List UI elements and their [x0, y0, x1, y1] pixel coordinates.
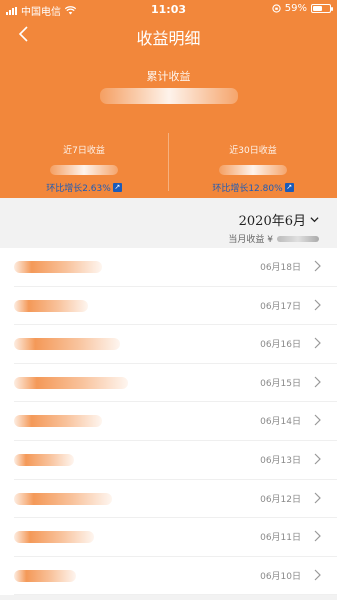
month-total-value [277, 235, 319, 242]
earnings-row[interactable]: 06月10日 [14, 557, 337, 596]
row-amount [14, 453, 74, 466]
earnings-row[interactable]: 06月12日 [14, 480, 337, 519]
growth-rate: 环比增长12.80% ↗ [169, 181, 337, 194]
earnings-row[interactable]: 06月14日 [14, 402, 337, 441]
row-amount [14, 261, 102, 273]
chevron-right-icon [314, 376, 321, 388]
battery-info: 59% [272, 3, 333, 14]
earnings-row[interactable]: 06月18日 [14, 248, 337, 287]
chevron-right-icon [314, 260, 321, 272]
row-date: 06月15日 [260, 378, 301, 389]
earnings-row[interactable]: 06月16日 [14, 325, 337, 364]
stat-value [169, 160, 337, 179]
page-title: 收益明细 [136, 29, 201, 48]
trend-up-icon: ↗ [284, 183, 294, 192]
chevron-right-icon [314, 492, 321, 503]
battery-percent: 59% [284, 3, 307, 14]
growth-rate: 环比增长2.63% ↗ [0, 181, 168, 194]
earnings-row[interactable]: 06月17日 [14, 287, 337, 326]
status-bar: 中国电信 11:03 59% [0, 0, 337, 18]
row-amount [14, 531, 94, 544]
nav-bar: 收益明细 [0, 18, 337, 54]
chevron-right-icon [314, 299, 321, 311]
row-amount [14, 376, 128, 389]
stat-7-day: 近7日收益 环比增长2.63% ↗ [0, 143, 168, 194]
battery-fill [313, 6, 323, 11]
trend-up-icon: ↗ [112, 183, 122, 192]
row-date: 06月16日 [260, 340, 301, 351]
total-earnings-label: 累计收益 [146, 70, 191, 83]
row-amount [14, 569, 76, 582]
row-date: 06月18日 [260, 263, 301, 273]
chevron-right-icon [314, 530, 321, 542]
chevron-down-icon [310, 217, 319, 223]
row-date: 06月17日 [260, 301, 301, 312]
chevron-right-icon [314, 414, 321, 426]
row-date: 06月11日 [260, 533, 301, 544]
month-bar: 2020年6月 当月收益 ¥ [0, 198, 337, 248]
month-selector-label: 2020年6月 [238, 214, 306, 229]
chevron-right-icon [314, 569, 321, 581]
earnings-row[interactable]: 06月11日 [14, 518, 337, 557]
row-amount [14, 299, 88, 312]
row-date: 06月14日 [260, 417, 301, 428]
earnings-row[interactable]: 06月15日 [14, 364, 337, 403]
total-earnings-value [0, 88, 337, 108]
row-date: 06月13日 [260, 455, 301, 466]
month-total: 当月收益 ¥ [228, 232, 319, 245]
stat-30-day: 近30日收益 环比增长12.80% ↗ [169, 143, 337, 194]
earnings-list: 06月18日 06月17日 06月16日 06月15日 06月14日 06月13日 06月1… [0, 248, 337, 596]
earnings-header: 收益明细 累计收益 近7日收益 环比增长2.63% ↗ 近30日收益 环比增长1… [0, 18, 337, 198]
earnings-row[interactable]: 06月13日 [14, 441, 337, 480]
stat-label: 近30日收益 [229, 146, 277, 156]
row-date: 06月12日 [260, 494, 301, 505]
battery-icon [311, 4, 333, 13]
month-total-label: 当月收益 ¥ [228, 235, 273, 245]
row-amount [14, 338, 120, 351]
orientation-lock-icon [272, 4, 281, 13]
growth-text: 环比增长12.80% [212, 184, 283, 194]
growth-text: 环比增长2.63% [46, 184, 111, 194]
row-date: 06月10日 [260, 571, 301, 582]
row-amount [14, 492, 112, 505]
month-selector[interactable]: 2020年6月 [239, 210, 319, 229]
chevron-right-icon [314, 453, 321, 465]
stat-value [0, 160, 168, 179]
stat-label: 近7日收益 [63, 146, 105, 156]
chevron-right-icon [314, 337, 321, 349]
row-amount [14, 415, 102, 428]
